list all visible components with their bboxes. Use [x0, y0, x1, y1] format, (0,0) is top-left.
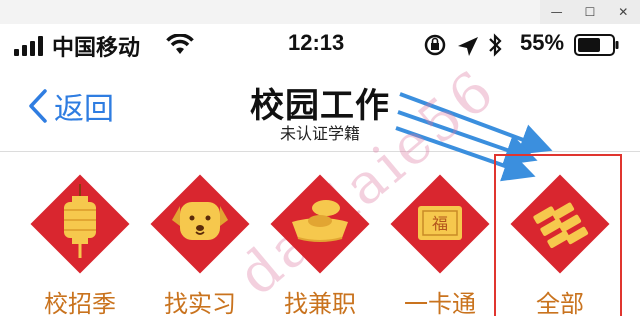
signal-icon — [14, 36, 43, 56]
feature-grid: 校招季 找实习 找兼职 福 一卡通 全部 — [0, 152, 640, 316]
grid-item-label: 一卡通 — [404, 290, 476, 316]
highlight-box — [494, 154, 622, 316]
status-time: 12:13 — [288, 30, 345, 55]
window-controls: — ☐ ✕ — [540, 0, 640, 24]
grid-item-part-time[interactable]: 找兼职 — [258, 152, 378, 316]
svg-text:福: 福 — [432, 214, 448, 233]
dog-icon — [150, 174, 250, 274]
maximize-icon[interactable]: ☐ — [579, 5, 601, 19]
close-icon[interactable]: ✕ — [612, 5, 634, 19]
grid-item-campus-recruit[interactable]: 校招季 — [18, 152, 138, 316]
location-icon — [458, 37, 478, 56]
fu-card-icon: 福 — [390, 174, 490, 274]
lantern-icon — [30, 174, 130, 274]
grid-item-internship[interactable]: 找实习 — [138, 152, 258, 316]
window-titlebar: — ☐ ✕ — [0, 0, 640, 24]
minimize-icon[interactable]: — — [546, 5, 568, 19]
grid-item-label: 找实习 — [164, 290, 236, 316]
grid-item-label: 校招季 — [44, 290, 116, 316]
gold-ingot-icon — [270, 174, 370, 274]
grid-item-label: 找兼职 — [284, 290, 356, 316]
rotation-lock-icon — [424, 34, 446, 56]
status-icons — [424, 33, 502, 57]
wifi-icon — [166, 34, 194, 54]
carrier-name: 中国移动 — [52, 36, 141, 61]
status-bar: 中国移动 12:13 55% — [0, 24, 640, 68]
bluetooth-icon — [489, 33, 502, 57]
grid-item-campus-card[interactable]: 福 一卡通 — [378, 152, 498, 316]
battery-percent: 55% — [520, 30, 565, 55]
battery-icon — [574, 34, 619, 56]
